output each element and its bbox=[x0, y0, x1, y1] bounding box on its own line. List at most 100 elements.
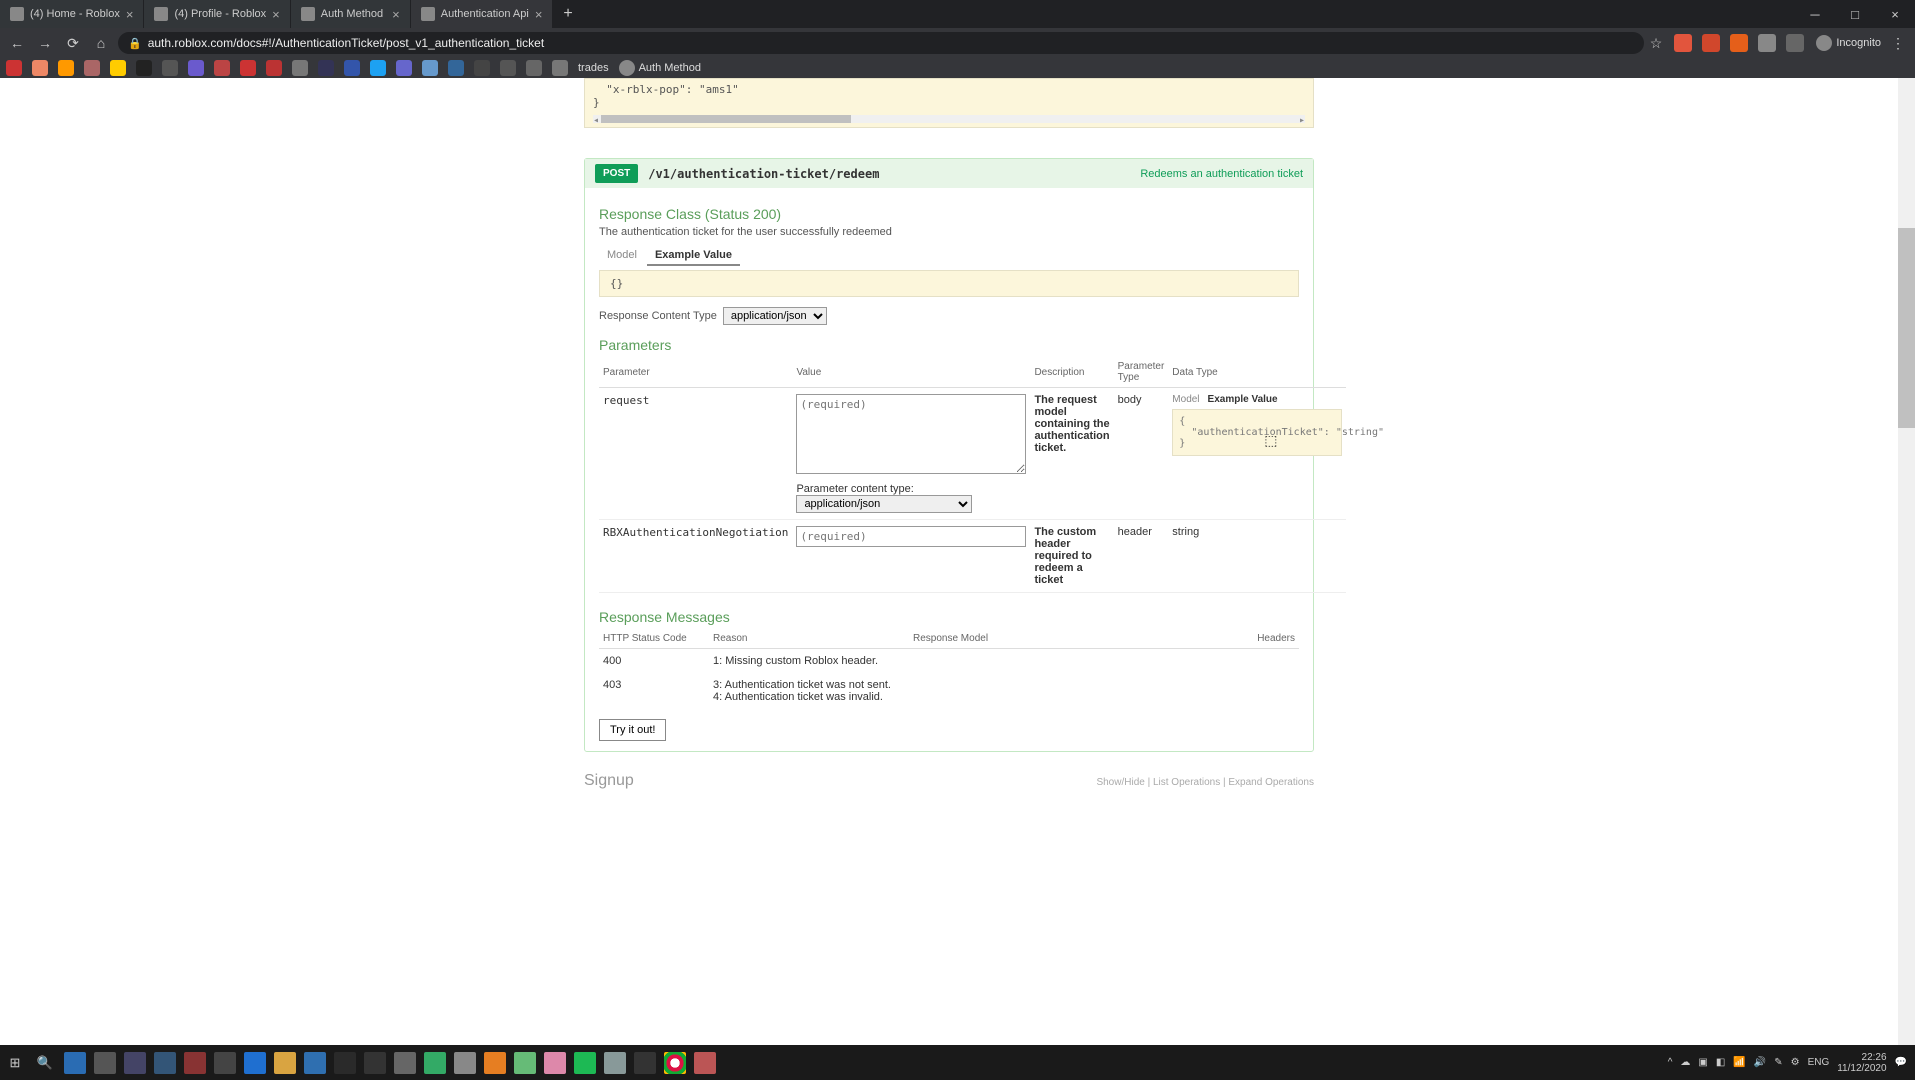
new-tab-button[interactable]: + bbox=[553, 5, 582, 23]
home-button[interactable]: ⌂ bbox=[90, 32, 112, 54]
search-icon[interactable]: 🔍 bbox=[30, 1048, 60, 1078]
bookmark-icon[interactable] bbox=[344, 60, 360, 76]
task-icon[interactable] bbox=[184, 1052, 206, 1074]
bookmark-icon[interactable] bbox=[500, 60, 516, 76]
task-icon[interactable] bbox=[244, 1052, 266, 1074]
extension-icon[interactable] bbox=[1758, 34, 1776, 52]
section-links[interactable]: Show/Hide | List Operations | Expand Ope… bbox=[1096, 777, 1314, 788]
page-viewport[interactable]: "x-rblx-pop": "ams1" } ◂ ▸ POST /v1/auth… bbox=[0, 78, 1898, 1045]
task-icon[interactable] bbox=[544, 1052, 566, 1074]
scrollbar-thumb[interactable] bbox=[1898, 228, 1915, 428]
bookmark-icon[interactable] bbox=[552, 60, 568, 76]
vertical-scrollbar[interactable] bbox=[1898, 78, 1915, 1045]
bookmark-icon[interactable] bbox=[526, 60, 542, 76]
tray-icon[interactable]: ✎ bbox=[1774, 1057, 1782, 1068]
bookmark-icon[interactable] bbox=[370, 60, 386, 76]
tab-profile[interactable]: (4) Profile - Roblox × bbox=[144, 0, 290, 28]
tab-home[interactable]: (4) Home - Roblox × bbox=[0, 0, 144, 28]
tray-icon[interactable]: ☁ bbox=[1680, 1057, 1690, 1068]
extension-icon[interactable] bbox=[1730, 34, 1748, 52]
bookmark-trades[interactable]: trades bbox=[578, 62, 609, 74]
tab-auth-api[interactable]: Authentication Api × bbox=[411, 0, 554, 28]
task-icon[interactable] bbox=[94, 1052, 116, 1074]
header-input[interactable] bbox=[796, 526, 1026, 547]
mini-tab-model[interactable]: Model bbox=[1172, 394, 1199, 405]
tray-icon[interactable]: ◧ bbox=[1716, 1057, 1725, 1068]
task-icon[interactable] bbox=[424, 1052, 446, 1074]
request-body-input[interactable] bbox=[796, 394, 1026, 474]
task-icon[interactable] bbox=[364, 1052, 386, 1074]
back-button[interactable]: ← bbox=[6, 32, 28, 54]
try-it-out-button[interactable]: Try it out! bbox=[599, 719, 666, 741]
response-content-type-select[interactable]: application/json bbox=[723, 307, 827, 325]
bookmark-auth-method[interactable]: Auth Method bbox=[619, 60, 701, 76]
task-icon[interactable] bbox=[454, 1052, 476, 1074]
reload-button[interactable]: ⟳ bbox=[62, 32, 84, 54]
bookmark-icon[interactable] bbox=[162, 60, 178, 76]
signup-section-title[interactable]: Signup bbox=[584, 772, 634, 810]
task-icon[interactable] bbox=[634, 1052, 656, 1074]
address-bar[interactable]: 🔒 auth.roblox.com/docs#!/AuthenticationT… bbox=[118, 32, 1644, 54]
scrollbar-thumb[interactable] bbox=[601, 115, 851, 123]
task-icon[interactable] bbox=[274, 1052, 296, 1074]
bookmark-icon[interactable] bbox=[136, 60, 152, 76]
task-icon[interactable] bbox=[154, 1052, 176, 1074]
param-example-value[interactable]: { "authenticationTicket": "string" } bbox=[1172, 409, 1342, 456]
tray-lang[interactable]: ENG bbox=[1808, 1057, 1830, 1068]
task-icon[interactable] bbox=[394, 1052, 416, 1074]
bookmark-icon[interactable] bbox=[188, 60, 204, 76]
scroll-right-icon[interactable]: ▸ bbox=[1299, 115, 1305, 126]
bookmark-icon[interactable] bbox=[422, 60, 438, 76]
bookmark-icon[interactable] bbox=[396, 60, 412, 76]
bookmark-icon[interactable] bbox=[240, 60, 256, 76]
minimize-button[interactable]: ─ bbox=[1795, 0, 1835, 28]
bookmark-icon[interactable] bbox=[214, 60, 230, 76]
task-icon[interactable] bbox=[694, 1052, 716, 1074]
bookmark-icon[interactable] bbox=[84, 60, 100, 76]
task-icon[interactable] bbox=[334, 1052, 356, 1074]
task-icon[interactable] bbox=[124, 1052, 146, 1074]
tray-volume-icon[interactable]: 🔊 bbox=[1754, 1057, 1766, 1068]
bookmark-icon[interactable] bbox=[292, 60, 308, 76]
tray-notifications-icon[interactable]: 💬 bbox=[1895, 1057, 1907, 1068]
close-window-button[interactable]: × bbox=[1875, 0, 1915, 28]
tray-clock[interactable]: 22:26 11/12/2020 bbox=[1837, 1052, 1886, 1074]
tab-auth-method[interactable]: Auth Method × bbox=[291, 0, 411, 28]
star-icon[interactable]: ☆ bbox=[1650, 35, 1663, 52]
tab-example-value[interactable]: Example Value bbox=[647, 246, 740, 266]
tray-icon[interactable]: ▣ bbox=[1698, 1057, 1707, 1068]
task-icon[interactable] bbox=[214, 1052, 236, 1074]
tray-icon[interactable]: ⚙ bbox=[1791, 1057, 1800, 1068]
mini-tab-example[interactable]: Example Value bbox=[1208, 394, 1278, 405]
tray-chevron-icon[interactable]: ^ bbox=[1668, 1057, 1673, 1068]
bookmark-icon[interactable] bbox=[110, 60, 126, 76]
chrome-taskbar-icon[interactable] bbox=[664, 1052, 686, 1074]
task-icon[interactable] bbox=[574, 1052, 596, 1074]
bookmark-icon[interactable] bbox=[6, 60, 22, 76]
param-content-type-select[interactable]: application/json bbox=[796, 495, 972, 513]
bookmark-icon[interactable] bbox=[32, 60, 48, 76]
maximize-button[interactable]: □ bbox=[1835, 0, 1875, 28]
bookmark-icon[interactable] bbox=[448, 60, 464, 76]
menu-button[interactable]: ⋮ bbox=[1887, 32, 1909, 54]
start-button[interactable]: ⊞ bbox=[0, 1048, 30, 1078]
scroll-left-icon[interactable]: ◂ bbox=[593, 115, 599, 126]
close-icon[interactable]: × bbox=[120, 7, 134, 22]
task-icon[interactable] bbox=[514, 1052, 536, 1074]
task-icon[interactable] bbox=[484, 1052, 506, 1074]
bookmark-icon[interactable] bbox=[58, 60, 74, 76]
close-icon[interactable]: × bbox=[529, 7, 543, 22]
task-icon[interactable] bbox=[604, 1052, 626, 1074]
task-icon[interactable] bbox=[64, 1052, 86, 1074]
operation-header[interactable]: POST /v1/authentication-ticket/redeem Re… bbox=[585, 159, 1313, 188]
extension-icon[interactable] bbox=[1674, 34, 1692, 52]
horizontal-scrollbar[interactable]: ◂ ▸ bbox=[593, 115, 1305, 123]
bookmark-icon[interactable] bbox=[266, 60, 282, 76]
task-icon[interactable] bbox=[304, 1052, 326, 1074]
forward-button[interactable]: → bbox=[34, 32, 56, 54]
close-icon[interactable]: × bbox=[386, 7, 400, 22]
tab-model[interactable]: Model bbox=[599, 246, 645, 266]
extension-icon[interactable] bbox=[1702, 34, 1720, 52]
extensions-menu-icon[interactable] bbox=[1786, 34, 1804, 52]
close-icon[interactable]: × bbox=[266, 7, 280, 22]
